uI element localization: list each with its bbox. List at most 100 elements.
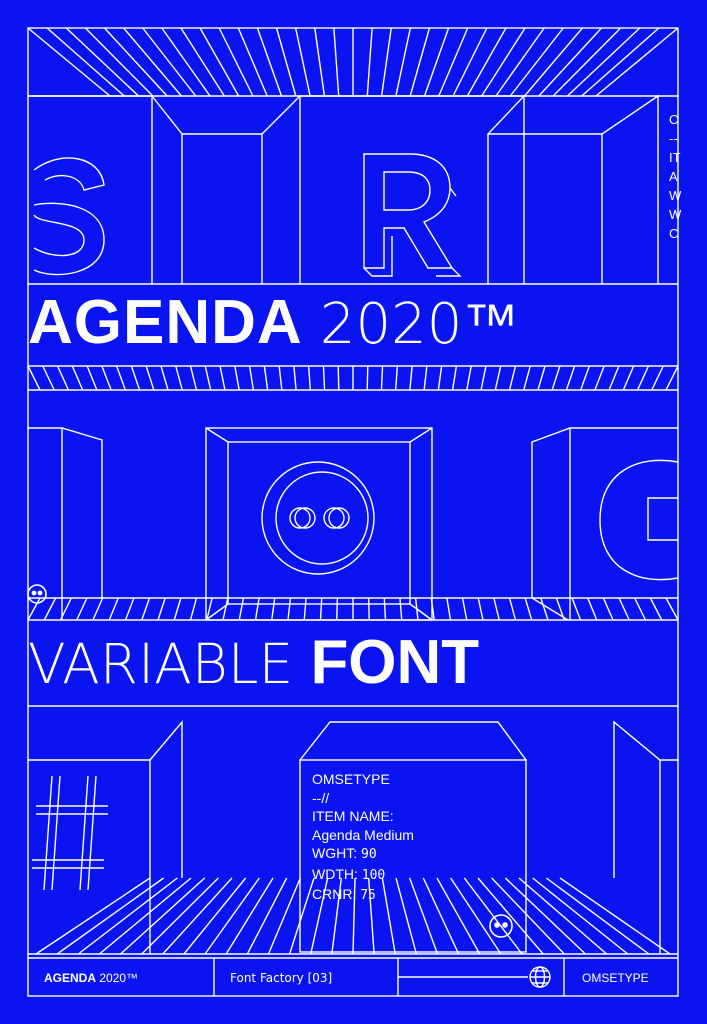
perspective-line: [237, 27, 268, 97]
crnr-value: 75: [360, 888, 376, 903]
side-text-line: --: [669, 131, 678, 146]
perspective-line: [294, 27, 311, 97]
perspective-line: [409, 365, 413, 391]
mid-lines-1: [27, 365, 679, 391]
perspective-line: [46, 27, 125, 97]
perspective-line: [537, 365, 546, 391]
item-card-line: ITEM NAME:: [312, 808, 394, 824]
perspective-line: [123, 27, 183, 97]
perspective-line: [278, 365, 283, 391]
poster: AGENDA 2020™ VARIABLE FONT OMSETYPE --//…: [0, 0, 707, 1024]
perspective-line: [581, 27, 660, 97]
perspective-line: [101, 365, 112, 391]
item-card-line: Agenda Medium: [312, 826, 414, 843]
perspective-line: [466, 27, 507, 97]
headline-light: 2020™: [319, 292, 519, 357]
perspective-line: [565, 365, 576, 391]
perspective-line: [665, 597, 679, 621]
side-text-line: C: [669, 226, 679, 241]
perspective-line: [622, 365, 635, 391]
perspective-line: [545, 877, 650, 955]
perspective-line: [76, 597, 88, 621]
perspective-line: [579, 365, 591, 391]
perspective-line: [183, 877, 247, 955]
headline: AGENDA 2020™: [28, 292, 678, 354]
side-text-line: W: [669, 207, 682, 222]
perspective-line: [491, 877, 565, 955]
crnr-row: CRNR: 75: [312, 885, 414, 906]
perspective-line: [380, 27, 392, 97]
perspective-line: [256, 27, 283, 97]
perspective-line: [394, 365, 399, 391]
perspective-line: [225, 877, 274, 955]
ceiling-lines: [27, 27, 679, 97]
perspective-line: [523, 27, 583, 97]
perspective-line: [287, 597, 292, 621]
circle-face-glyph: [261, 461, 375, 575]
perspective-line: [423, 365, 428, 391]
perspective-line: [552, 27, 622, 97]
perspective-line: [602, 597, 614, 621]
perspective-line: [222, 597, 229, 621]
perspective-line: [555, 597, 565, 621]
perspective-line: [124, 597, 135, 621]
perspective-line: [175, 365, 183, 391]
perspective-line: [71, 365, 84, 391]
perspective-line: [494, 365, 502, 391]
perspective-line: [477, 877, 544, 955]
wght-label: WGHT:: [312, 845, 358, 861]
perspective-line: [218, 27, 254, 97]
side-text-line: W: [669, 188, 682, 203]
perspective-line: [504, 877, 586, 955]
footer-publisher: OMSETYPE: [582, 971, 649, 985]
perspective-line: [367, 597, 370, 621]
side-text-line: IT: [669, 150, 681, 165]
perspective-line: [437, 365, 443, 391]
wdth-row: WDTH: 100: [312, 865, 414, 886]
perspective-line: [366, 27, 373, 97]
perspective-line: [314, 27, 326, 97]
perspective-line: [551, 365, 561, 391]
subheadline: VARIABLE FONT: [28, 632, 678, 694]
side-text-line: A: [669, 169, 678, 184]
perspective-line: [337, 365, 340, 391]
perspective-line: [493, 597, 500, 621]
perspective-line: [395, 27, 412, 97]
middle-row-boxes: [28, 427, 678, 621]
perspective-line: [84, 27, 154, 97]
perspective-line: [157, 597, 166, 621]
perspective-line: [438, 27, 469, 97]
perspective-line: [86, 365, 98, 391]
perspective-line: [173, 597, 182, 621]
perspective-line: [141, 597, 151, 621]
wght-row: WGHT: 90: [312, 844, 414, 865]
perspective-line: [595, 27, 679, 97]
perspective-line: [103, 27, 168, 97]
perspective-line: [238, 597, 245, 621]
crnr-label: CRNR:: [312, 886, 357, 902]
item-card-line: --//: [312, 789, 330, 806]
perspective-line: [634, 597, 647, 621]
perspective-line: [204, 365, 212, 391]
perspective-line: [162, 877, 233, 955]
perspective-line: [336, 597, 339, 621]
perspective-line: [92, 597, 104, 621]
perspective-line: [293, 365, 297, 391]
perspective-line: [380, 365, 384, 391]
perspective-line: [307, 365, 312, 391]
perspective-line: [246, 877, 288, 955]
perspective-line: [559, 877, 671, 955]
perspective-line: [366, 365, 369, 391]
perspective-line: [271, 597, 276, 621]
perspective-line: [566, 27, 641, 97]
perspective-line: [303, 597, 307, 621]
top-row-boxes: [28, 94, 678, 285]
perspective-line: [649, 597, 663, 621]
footer-brand: AGENDA 2020™: [44, 958, 138, 998]
perspective-line: [571, 597, 582, 621]
perspective-line: [267, 877, 301, 955]
wdth-label: WDTH:: [312, 865, 358, 882]
smiley-face-icon: [27, 584, 47, 604]
perspective-line: [189, 365, 198, 391]
perspective-line: [423, 27, 450, 97]
